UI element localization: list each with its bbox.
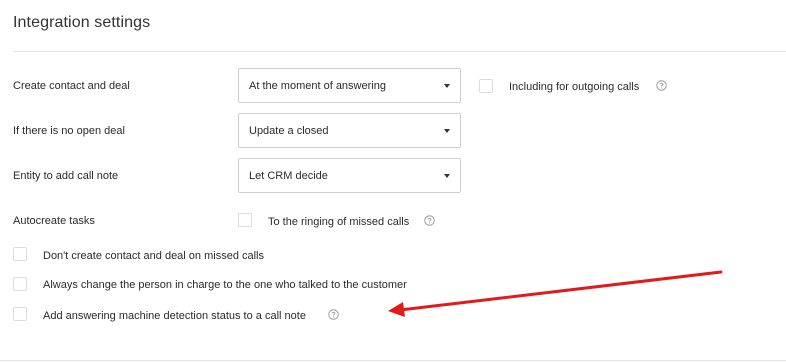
bottom-divider — [0, 360, 786, 361]
annotation-arrow — [388, 270, 723, 317]
